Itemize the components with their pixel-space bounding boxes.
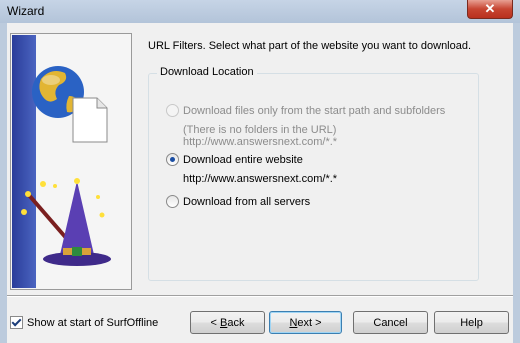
window-frame-left — [0, 23, 7, 343]
magic-wand-icon — [21, 181, 69, 241]
entire-website-label[interactable]: Download entire website — [183, 154, 303, 166]
start-path-radio — [166, 104, 179, 117]
show-at-start-checkbox[interactable] — [10, 316, 23, 329]
start-path-label: Download files only from the start path … — [183, 104, 446, 117]
option-entire-website[interactable]: Download entire website — [166, 153, 303, 166]
wizard-window: Wizard ✕ URL Filters. Select what part o… — [0, 0, 520, 343]
title-bar[interactable]: Wizard ✕ — [0, 0, 520, 23]
document-icon — [72, 97, 108, 143]
entire-website-detail: http://www.answersnext.com/*.* — [183, 173, 338, 185]
option-all-servers[interactable]: Download from all servers — [166, 195, 310, 208]
close-button[interactable]: ✕ — [467, 0, 513, 19]
option-start-path: Download files only from the start path … — [166, 104, 445, 117]
wizard-illustration — [21, 66, 111, 266]
all-servers-radio[interactable] — [166, 195, 179, 208]
download-location-legend: Download Location — [157, 66, 257, 78]
window-title: Wizard — [7, 4, 45, 18]
show-at-start-label[interactable]: Show at start of SurfOffline — [27, 317, 158, 329]
close-icon: ✕ — [484, 1, 496, 16]
start-path-detail: (There is no folders in the URL) http://… — [183, 124, 338, 148]
download-location-group: Download Location Download files only fr… — [148, 66, 479, 281]
cancel-button[interactable]: Cancel — [353, 311, 428, 334]
next-button[interactable]: Next > — [269, 311, 342, 334]
entire-website-radio[interactable] — [166, 153, 179, 166]
window-frame-right — [513, 23, 520, 343]
next-button-rest: ext > — [297, 317, 322, 329]
wizard-side-panel — [10, 33, 132, 290]
back-button-prefix: < — [210, 317, 220, 329]
show-at-start-option[interactable]: Show at start of SurfOffline — [10, 316, 158, 329]
wizard-step-description: URL Filters. Select what part of the web… — [148, 40, 472, 52]
footer-divider — [7, 295, 513, 297]
all-servers-label[interactable]: Download from all servers — [183, 196, 310, 208]
back-button-rest: ack — [227, 317, 245, 329]
back-button[interactable]: < Back — [190, 311, 265, 334]
wizard-client-area: URL Filters. Select what part of the web… — [7, 23, 513, 343]
help-button[interactable]: Help — [434, 311, 509, 334]
